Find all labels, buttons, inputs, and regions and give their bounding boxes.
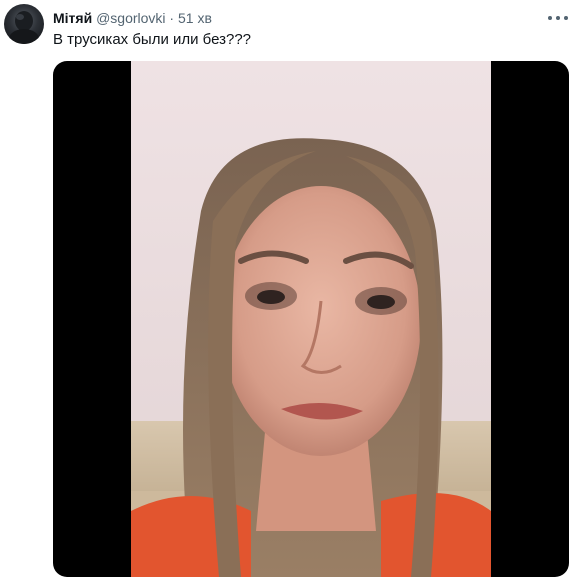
more-horizontal-icon[interactable] — [548, 10, 568, 26]
more-dot — [556, 16, 560, 20]
avatar[interactable] — [4, 4, 44, 44]
separator-dot: · — [169, 10, 175, 26]
timestamp[interactable]: 51 хв — [178, 10, 212, 26]
author-handle[interactable]: @sgorlovki — [96, 10, 165, 26]
video-frame — [131, 61, 491, 577]
tweet: Мітяй @sgorlovki · 51 хв В трусиках были… — [0, 0, 579, 585]
media-video[interactable] — [53, 61, 569, 577]
author-name[interactable]: Мітяй — [53, 10, 92, 26]
tweet-header: Мітяй @sgorlovki · 51 хв — [53, 9, 212, 27]
tweet-text: В трусиках были или без??? — [53, 31, 252, 48]
more-dot — [548, 16, 552, 20]
more-dot — [564, 16, 568, 20]
